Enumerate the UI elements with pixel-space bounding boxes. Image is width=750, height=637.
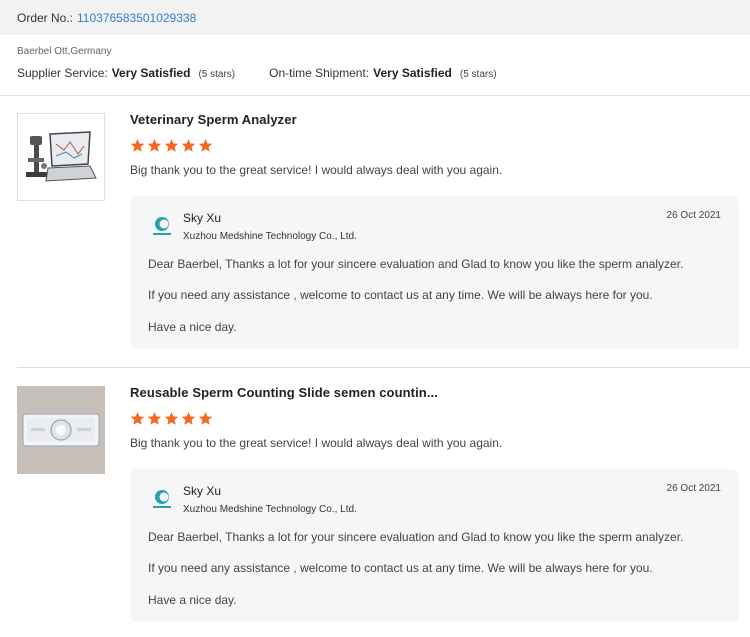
shipment-stars: (5 stars) <box>459 69 497 80</box>
reply-text-line: Dear Baerbel, Thanks a lot for your sinc… <box>148 257 684 271</box>
star-rating <box>130 138 213 153</box>
order-number-label: Order No.: <box>17 10 74 25</box>
supplier-service-stars: (5 stars) <box>198 69 236 80</box>
reply-text-line: Have a nice day. <box>148 320 237 334</box>
review-comment: Big thank you to the great service! I wo… <box>130 163 503 177</box>
star-icon <box>130 411 145 425</box>
reply-author-name: Sky Xu <box>183 484 222 498</box>
product-thumbnail[interactable] <box>17 386 105 474</box>
reply-date: 26 Oct 2021 <box>666 483 721 494</box>
star-icon <box>181 138 196 152</box>
product-thumbnail[interactable] <box>17 113 105 201</box>
reply-date: 26 Oct 2021 <box>666 210 721 221</box>
company-logo-icon <box>153 490 171 508</box>
review-divider <box>17 367 750 368</box>
counting-slide-image <box>17 386 105 474</box>
section-divider <box>0 95 750 96</box>
reviewer-name: Baerbel Ott,Germany <box>17 46 112 57</box>
star-icon <box>130 138 145 152</box>
reply-text-line: If you need any assistance , welcome to … <box>148 288 653 302</box>
reply-text-line: Have a nice day. <box>148 593 237 607</box>
star-icon <box>198 138 213 152</box>
star-icon <box>198 411 213 425</box>
company-logo-icon <box>153 217 171 235</box>
order-bar: Order No.: 110376583501029338 <box>0 0 750 35</box>
review-comment: Big thank you to the great service! I wo… <box>130 436 503 450</box>
seller-reply: Sky Xu Xuzhou Medshine Technology Co., L… <box>130 469 739 622</box>
shipment-value: Very Satisfied <box>373 66 452 80</box>
star-icon <box>147 411 162 425</box>
star-icon <box>181 411 196 425</box>
star-icon <box>147 138 162 152</box>
star-icon <box>164 411 179 425</box>
supplier-service-label: Supplier Service: <box>17 66 108 80</box>
ratings-summary: Supplier Service: Very Satisfied (5 star… <box>17 66 497 80</box>
seller-reply: Sky Xu Xuzhou Medshine Technology Co., L… <box>130 196 739 349</box>
reply-text-line: If you need any assistance , welcome to … <box>148 561 653 575</box>
star-icon <box>164 138 179 152</box>
order-number-link[interactable]: 110376583501029338 <box>77 11 196 25</box>
star-rating <box>130 411 213 426</box>
microscope-laptop-image <box>18 114 104 200</box>
reply-author-name: Sky Xu <box>183 211 222 225</box>
reply-company: Xuzhou Medshine Technology Co., Ltd. <box>183 504 357 515</box>
reply-text-line: Dear Baerbel, Thanks a lot for your sinc… <box>148 530 684 544</box>
product-title[interactable]: Veterinary Sperm Analyzer <box>130 112 297 127</box>
supplier-service-value: Very Satisfied <box>111 66 191 80</box>
reply-company: Xuzhou Medshine Technology Co., Ltd. <box>183 231 357 242</box>
shipment-label: On-time Shipment: <box>269 66 370 80</box>
product-title[interactable]: Reusable Sperm Counting Slide semen coun… <box>130 385 438 400</box>
